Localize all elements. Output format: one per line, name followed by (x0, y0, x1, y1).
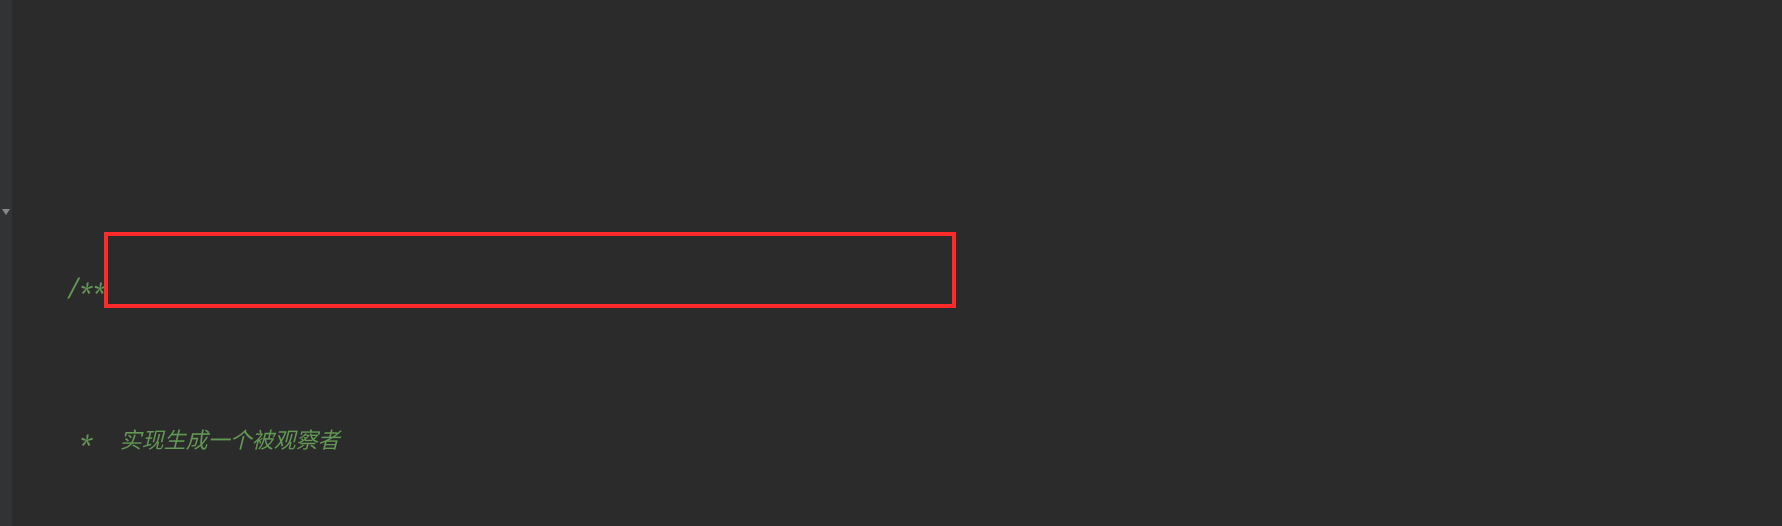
code-editor[interactable]: /** * 实现生成一个被观察者 */ class ObservableCrea… (0, 0, 1782, 526)
gutter (0, 0, 12, 526)
doc-comment-text: 实现生成一个被观察者 (120, 426, 340, 455)
fold-icon[interactable] (1, 207, 11, 217)
annotation-highlight-box (104, 232, 956, 308)
doc-comment-open: /** (67, 274, 107, 303)
code-line[interactable]: /** (0, 194, 1782, 232)
doc-comment-star: * (67, 426, 120, 455)
code-line[interactable]: * 实现生成一个被观察者 (0, 384, 1782, 422)
